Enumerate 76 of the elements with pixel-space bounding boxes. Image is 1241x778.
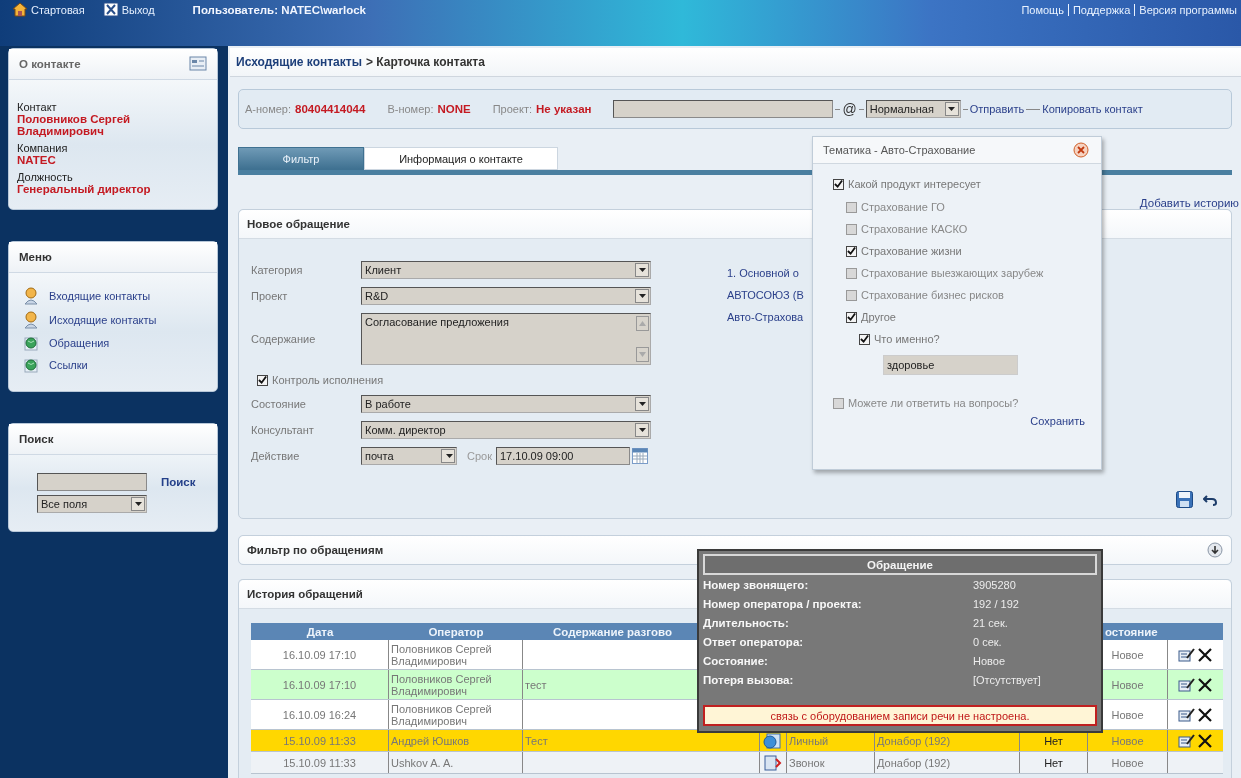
panel-title: Меню <box>19 251 52 263</box>
tooltip-label: Состояние: <box>703 654 769 668</box>
field-label: Должность <box>17 171 74 183</box>
table-cell: Новое <box>1111 708 1144 721</box>
tooltip-value: 3905280 <box>973 578 1017 592</box>
panel-title: Поиск <box>19 433 54 445</box>
tooltip-title: Обращение <box>703 554 1097 575</box>
table-cell-text: Половников Сергей Владимирович <box>391 672 493 697</box>
panel-title: О контакте <box>19 58 81 70</box>
tooltip-label: Потеря вызова: <box>703 673 795 687</box>
checkbox-label: Страхование ГО <box>861 201 945 213</box>
table-cell-text: Половников Сергей Владимирович <box>391 702 493 727</box>
table-cell: Тест <box>525 734 548 747</box>
warning-message: связь с оборудованием записи речи не настроена. <box>703 705 1097 726</box>
tooltip-value: 0 сек. <box>973 635 1003 649</box>
tooltip-value: [Отсутствует] <box>973 673 1042 687</box>
field-label: B-номер: <box>387 103 434 115</box>
table-cell: 16.10.09 17:10 <box>282 648 357 661</box>
field-label: Категория <box>251 264 304 276</box>
table-cell: 15.10.09 11:33 <box>283 734 356 747</box>
checkbox-label: Другое <box>861 311 896 323</box>
field-label: Компания <box>17 142 69 154</box>
table-cell: Новое <box>1111 734 1144 747</box>
field-label: Проект: <box>492 103 532 115</box>
tooltip-label: Номер оператора / проекта: <box>703 597 863 611</box>
table-cell: Донабор (192) <box>877 734 951 747</box>
table-cell: Личный <box>789 734 829 747</box>
field-label: Содержание <box>251 333 317 345</box>
field-value: NATEC <box>17 154 57 166</box>
checkbox-label: Какой продукт интересует <box>848 178 981 190</box>
table-cell-text: Андрей Юшков <box>391 734 471 747</box>
field-value: 80404414044 <box>295 103 366 115</box>
table-cell: Новое <box>1111 678 1144 691</box>
field-value: Половников Сергей Владимирович <box>17 113 132 137</box>
table-cell: тест <box>525 678 547 691</box>
field-label: Консультант <box>251 424 315 436</box>
table-cell: Новое <box>1111 648 1144 661</box>
popup-title: Тематика - Авто-Страхование <box>823 144 976 156</box>
table-cell-text: Ushkov A. A. <box>391 756 455 769</box>
checkbox-label: Страхование выезжающих зарубеж <box>861 267 1044 279</box>
table-cell: Донабор (192) <box>877 756 951 769</box>
user-label: Пользователь: NATEC\warlock <box>192 3 366 16</box>
tooltip-label: Длительность: <box>703 616 790 630</box>
field-label: А-номер: <box>245 103 292 115</box>
breadcrumb-current: > Карточка контакта <box>365 55 485 69</box>
field-label: Действие <box>251 450 301 462</box>
tooltip-value: Новое <box>973 654 1007 668</box>
checkbox-label: Страхование жизни <box>861 245 962 257</box>
field-label: Контакт <box>17 101 58 113</box>
table-cell: Звонок <box>789 756 825 769</box>
table-cell: Нет <box>1044 756 1063 769</box>
table-cell: 15.10.09 11:33 <box>283 756 356 769</box>
checkbox-label: Что именно? <box>874 333 940 345</box>
tooltip-value: 21 сек. <box>973 616 1009 630</box>
table-cell: 16.10.09 17:10 <box>282 678 357 691</box>
field-label: Состояние <box>251 398 307 410</box>
panel-title: Фильтр по обращениям <box>247 544 384 556</box>
panel-title: Новое обращение <box>247 218 350 230</box>
checkbox-label: Страхование бизнес рисков <box>861 289 1004 301</box>
table-cell: 16.10.09 16:24 <box>282 708 357 721</box>
checkbox-label: Страхование КАСКО <box>861 223 968 235</box>
table-cell: Нет <box>1044 734 1063 747</box>
tooltip-label: Номер звонящего: <box>703 578 810 592</box>
field-value: Не указан <box>536 103 592 115</box>
tooltip-label: Ответ оператора: <box>703 635 805 649</box>
field-label: Проект <box>251 290 289 302</box>
table-cell-text: Половников Сергей Владимирович <box>391 642 493 667</box>
checkbox-label: Можете ли ответить на вопросы? <box>848 397 1019 409</box>
field-label: Срок <box>467 450 492 462</box>
checkbox-label: Контроль исполнения <box>272 374 384 386</box>
table-cell: Новое <box>1111 756 1144 769</box>
field-value: Генеральный директор <box>17 183 152 195</box>
tooltip-value: 192 / 192 <box>973 597 1020 611</box>
panel-title: История обращений <box>247 588 363 600</box>
field-value: NONE <box>437 103 471 115</box>
at-sign: @ <box>842 101 857 117</box>
